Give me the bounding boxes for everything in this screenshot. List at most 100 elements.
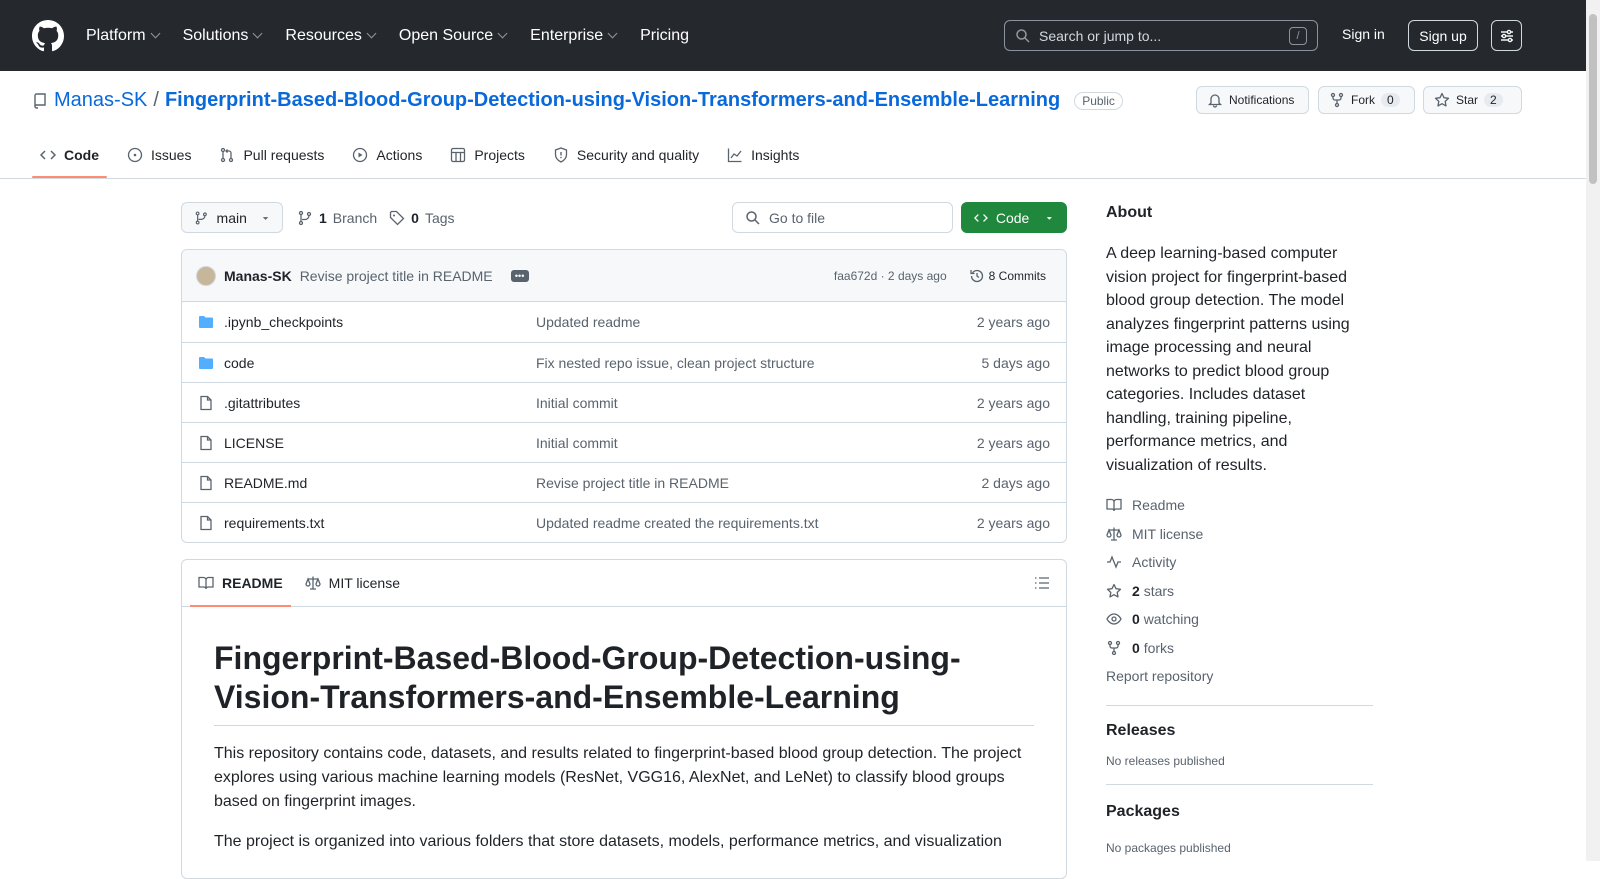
packages-heading[interactable]: Packages xyxy=(1106,803,1373,821)
nav-resources[interactable]: Resources xyxy=(285,26,377,45)
watching-link[interactable]: 0 watching xyxy=(1106,605,1373,634)
issue-icon xyxy=(127,147,143,163)
tag-label: Tags xyxy=(424,209,455,226)
scrollbar-thumb[interactable] xyxy=(1589,14,1597,184)
sign-up-button[interactable]: Sign up xyxy=(1408,20,1478,51)
tab-readme[interactable]: README xyxy=(190,560,291,607)
avatar[interactable] xyxy=(196,265,216,286)
file-commit-message[interactable]: Updated readme xyxy=(536,314,977,330)
repo-owner-link[interactable]: Manas-SK xyxy=(54,89,147,112)
tab-actions-label: Actions xyxy=(376,147,423,163)
file-browser: Manas-SK Revise project title in README … xyxy=(181,249,1067,543)
repo-tabs: Code Issues Pull requests Actions Projec… xyxy=(32,138,819,178)
tab-actions[interactable]: Actions xyxy=(344,138,430,172)
branch-select-button[interactable]: main xyxy=(181,202,283,233)
ellipsis-icon[interactable]: ••• xyxy=(510,269,529,282)
file-row[interactable]: README.md Revise project title in README 2… xyxy=(182,462,1066,502)
file-name-link[interactable]: code xyxy=(224,355,254,371)
commits-link[interactable]: 8 Commits xyxy=(969,268,1046,284)
file-name-link[interactable]: LICENSE xyxy=(224,435,284,451)
file-commit-message[interactable]: Revise project title in README xyxy=(536,475,982,491)
file-commit-message[interactable]: Fix nested repo issue, clean project str… xyxy=(536,355,982,371)
history-icon xyxy=(970,269,983,282)
file-name-link[interactable]: .ipynb_checkpoints xyxy=(224,314,343,330)
fork-label: Fork xyxy=(1351,93,1375,107)
menu-button[interactable] xyxy=(1491,20,1522,51)
file-row[interactable]: code Fix nested repo issue, clean project… xyxy=(182,342,1066,382)
nav-enterprise-label: Enterprise xyxy=(530,26,604,44)
graph-icon xyxy=(727,148,742,163)
search-input[interactable]: Search or jump to... / xyxy=(1004,20,1318,51)
go-to-file-input[interactable]: Go to file xyxy=(732,202,953,233)
star-button[interactable]: Star 2 xyxy=(1423,86,1522,114)
readme-body: Fingerprint-Based-Blood-Group-Detection-… xyxy=(182,607,1066,878)
nav-enterprise[interactable]: Enterprise xyxy=(530,26,618,45)
github-logo-icon[interactable] xyxy=(32,19,64,52)
file-commit-message[interactable]: Initial commit xyxy=(536,395,977,411)
branches-link[interactable]: 1 Branch xyxy=(297,210,377,226)
caret-down-icon xyxy=(1047,216,1053,220)
nav-open-source[interactable]: Open Source xyxy=(399,27,508,45)
readme-panel: README MIT license Fingerprint-Based-Blo… xyxy=(181,559,1067,879)
tab-issues[interactable]: Issues xyxy=(119,138,199,172)
fork-button[interactable]: Fork 0 xyxy=(1318,86,1415,114)
go-to-file-placeholder: Go to file xyxy=(769,209,826,226)
report-repository-label: Report repository xyxy=(1106,668,1214,685)
about-links: Readme MIT license Activity 2 stars 0 wa… xyxy=(1106,491,1373,691)
chevron-down-icon xyxy=(607,28,618,39)
tab-issues-label: Issues xyxy=(151,147,192,163)
tab-projects[interactable]: Projects xyxy=(442,138,533,172)
commit-hash-time[interactable]: faa672d · 2 days ago xyxy=(834,269,947,283)
nav-pricing[interactable]: Pricing xyxy=(640,27,689,45)
tab-projects-label: Projects xyxy=(474,147,525,163)
tag-count: 0 xyxy=(411,209,419,226)
tab-code[interactable]: Code xyxy=(32,138,107,178)
forks-link[interactable]: 0 forks xyxy=(1106,634,1373,663)
commit-author[interactable]: Manas-SK xyxy=(224,268,292,284)
repo-name-link[interactable]: Fingerprint-Based-Blood-Group-Detection-… xyxy=(165,89,1060,112)
stars-link[interactable]: 2 stars xyxy=(1106,577,1373,606)
tab-insights[interactable]: Insights xyxy=(719,138,807,172)
caret-down-icon xyxy=(262,216,269,220)
latest-commit: Manas-SK Revise project title in README … xyxy=(182,250,1066,302)
activity-link[interactable]: Activity xyxy=(1106,548,1373,577)
tab-license[interactable]: MIT license xyxy=(297,560,408,606)
code-icon xyxy=(974,213,988,222)
sign-in-link[interactable]: Sign in xyxy=(1342,26,1385,42)
readme-title: Fingerprint-Based-Blood-Group-Detection-… xyxy=(214,639,1034,726)
code-dropdown-button[interactable]: Code xyxy=(961,202,1067,233)
report-repository-link[interactable]: Report repository xyxy=(1106,662,1373,691)
divider xyxy=(1106,783,1373,785)
watching-count: 0 xyxy=(1132,611,1140,628)
file-row[interactable]: .gitattributes Initial commit 2 years ago xyxy=(182,382,1066,422)
license-link[interactable]: MIT license xyxy=(1106,520,1373,549)
file-icon xyxy=(200,435,212,450)
outline-icon[interactable] xyxy=(1034,575,1050,591)
file-commit-time: 5 days ago xyxy=(981,354,1051,371)
tab-security[interactable]: Security and quality xyxy=(545,138,707,172)
nav-solutions[interactable]: Solutions xyxy=(183,27,263,45)
about-heading: About xyxy=(1106,204,1153,221)
tags-link[interactable]: 0 Tags xyxy=(389,209,455,226)
star-count: 2 xyxy=(1484,93,1503,107)
nav-platform[interactable]: Platform xyxy=(86,27,161,45)
file-name-link[interactable]: .gitattributes xyxy=(224,395,300,411)
readme-paragraph: This repository contains code, datasets,… xyxy=(214,745,1022,810)
releases-heading[interactable]: Releases xyxy=(1106,722,1373,740)
nav-resources-label: Resources xyxy=(285,26,362,44)
notifications-button[interactable]: Notifications xyxy=(1196,86,1309,114)
readme-paragraph: The project is organized into various fo… xyxy=(214,833,1002,850)
file-commit-message[interactable]: Initial commit xyxy=(536,435,977,451)
file-commit-message[interactable]: Updated readme created the requirements.… xyxy=(536,515,977,531)
scrollbar[interactable] xyxy=(1586,0,1600,861)
file-name-link[interactable]: README.md xyxy=(224,475,307,491)
file-name-link[interactable]: requirements.txt xyxy=(224,515,324,531)
file-row[interactable]: LICENSE Initial commit 2 years ago xyxy=(182,422,1066,462)
readme-link[interactable]: Readme xyxy=(1106,491,1373,520)
file-commit-time: 2 years ago xyxy=(976,394,1050,411)
commit-message[interactable]: Revise project title in README xyxy=(300,268,493,284)
file-row[interactable]: .ipynb_checkpoints Updated readme 2 years … xyxy=(182,302,1066,342)
tab-pull-requests[interactable]: Pull requests xyxy=(211,138,332,172)
file-name-cell: code xyxy=(198,355,536,371)
file-row[interactable]: requirements.txt Updated readme created t… xyxy=(182,502,1066,542)
